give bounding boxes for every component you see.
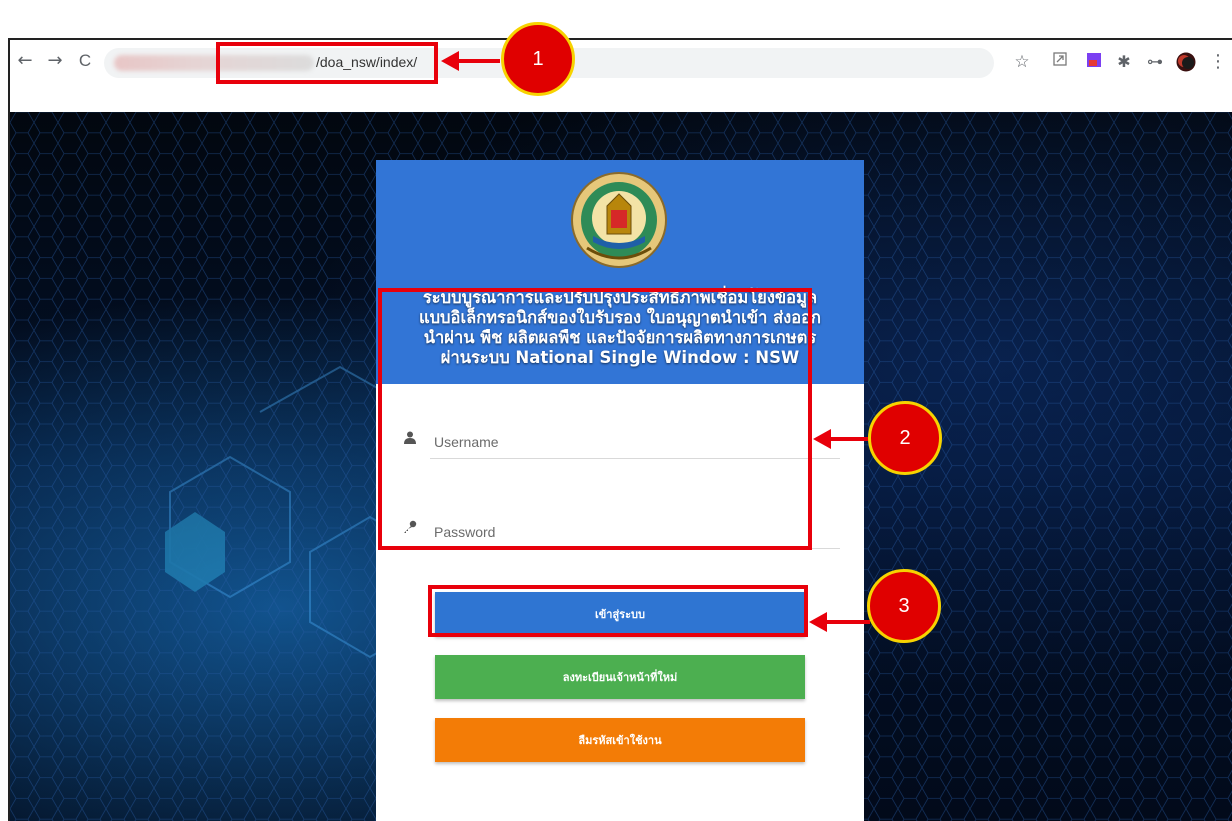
register-button[interactable]: ลงทะเบียนเจ้าหน้าที่ใหม่ — [435, 655, 805, 699]
url-highlight-box — [216, 42, 438, 84]
extension-rp-icon[interactable] — [1084, 52, 1104, 72]
star-icon[interactable]: ☆ — [1012, 52, 1032, 72]
screenshot-icon[interactable] — [1050, 52, 1070, 72]
back-arrow-icon[interactable]: ← — [14, 50, 36, 72]
login-button-highlight-box — [428, 585, 808, 637]
callout-badge-2: 2 — [868, 401, 942, 475]
callout-arrow-line — [826, 620, 870, 624]
callout-arrow-line — [458, 59, 500, 63]
puzzle-icon[interactable]: ✱ — [1114, 52, 1134, 72]
key-icon[interactable]: ⊶ — [1145, 52, 1165, 72]
callout-arrow-head — [441, 51, 459, 71]
callout-badge-1: 1 — [501, 22, 575, 96]
callout-arrow-head — [813, 429, 831, 449]
doa-seal-logo — [571, 172, 667, 268]
callout-badge-3: 3 — [867, 569, 941, 643]
callout-arrow-line — [830, 437, 870, 441]
profile-avatar[interactable] — [1176, 52, 1196, 72]
forgot-password-button[interactable]: ลืมรหัสเข้าใช้งาน — [435, 718, 805, 762]
reload-icon[interactable]: C — [74, 50, 96, 72]
login-fields-highlight-box — [378, 288, 812, 550]
forward-arrow-icon[interactable]: → — [44, 50, 66, 72]
callout-arrow-head — [809, 612, 827, 632]
menu-dots-icon[interactable]: ⋮ — [1208, 52, 1228, 72]
